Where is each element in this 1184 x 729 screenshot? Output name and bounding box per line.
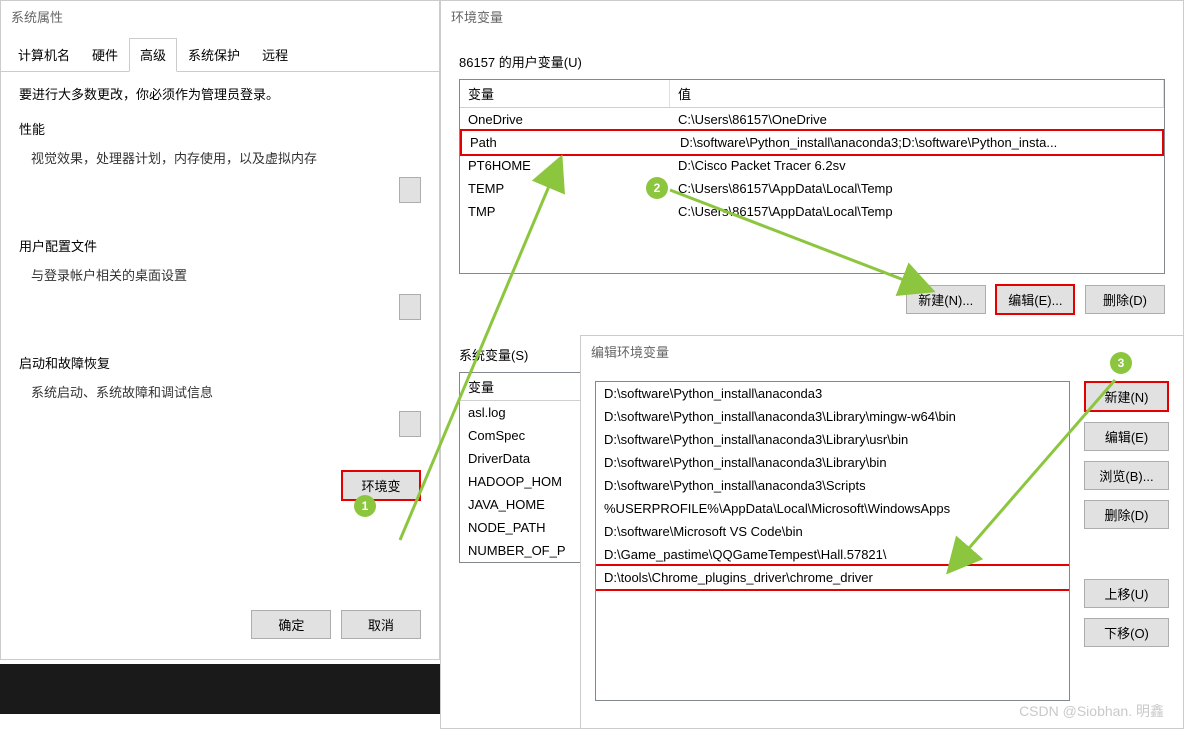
editenv-edit-button[interactable]: 编辑(E)	[1084, 422, 1169, 451]
editenv-delete-button[interactable]: 删除(D)	[1084, 500, 1169, 529]
perf-desc: 视觉效果，处理器计划，内存使用，以及虚拟内存	[19, 148, 421, 167]
profile-settings-button[interactable]	[399, 294, 421, 320]
list-item-chrome-driver[interactable]: D:\tools\Chrome_plugins_driver\chrome_dr…	[595, 564, 1070, 591]
list-item[interactable]: D:\software\Python_install\anaconda3\Lib…	[596, 405, 1069, 428]
editenv-browse-button[interactable]: 浏览(B)...	[1084, 461, 1169, 490]
table-row[interactable]: HADOOP_HOM	[460, 470, 589, 493]
list-item[interactable]: D:\Game_pastime\QQGameTempest\Hall.57821…	[596, 543, 1069, 566]
table-row[interactable]: asl.log	[460, 401, 589, 424]
perf-title: 性能	[19, 119, 421, 138]
tab-remote[interactable]: 远程	[251, 38, 299, 71]
user-delete-button[interactable]: 删除(D)	[1085, 285, 1165, 314]
list-item[interactable]: D:\software\Python_install\anaconda3\Lib…	[596, 428, 1069, 451]
editenv-up-button[interactable]: 上移(U)	[1084, 579, 1169, 608]
profile-desc: 与登录帐户相关的桌面设置	[19, 265, 421, 284]
user-vars-label: 86157 的用户变量(U)	[459, 52, 1165, 71]
table-row[interactable]: OneDriveC:\Users\86157\OneDrive	[460, 108, 1164, 131]
list-item[interactable]: D:\software\Python_install\anaconda3	[596, 382, 1069, 405]
sys-vars-table[interactable]: 变量 asl.log ComSpec DriverData HADOOP_HOM…	[459, 372, 589, 563]
editenv-down-button[interactable]: 下移(O)	[1084, 618, 1169, 647]
table-row[interactable]: DriverData	[460, 447, 589, 470]
sysprops-intro: 要进行大多数更改，你必须作为管理员登录。	[19, 84, 421, 103]
cancel-button[interactable]: 取消	[341, 610, 421, 639]
step-marker-1: 1	[354, 495, 376, 517]
watermark: CSDN @Siobhan. 明鑫	[1019, 701, 1164, 721]
profile-title: 用户配置文件	[19, 236, 421, 255]
sysprops-title: 系统属性	[1, 1, 439, 32]
startup-desc: 系统启动、系统故障和调试信息	[19, 382, 421, 401]
tab-computer-name[interactable]: 计算机名	[7, 38, 81, 71]
step-marker-2: 2	[646, 177, 668, 199]
tab-hardware[interactable]: 硬件	[81, 38, 129, 71]
system-properties-dialog: 系统属性 计算机名 硬件 高级 系统保护 远程 要进行大多数更改，你必须作为管理…	[0, 0, 440, 660]
table-row[interactable]: ComSpec	[460, 424, 589, 447]
tab-protection[interactable]: 系统保护	[177, 38, 251, 71]
edit-env-variable-dialog: 编辑环境变量 D:\software\Python_install\anacon…	[580, 335, 1184, 729]
sysprops-tabs: 计算机名 硬件 高级 系统保护 远程	[1, 38, 439, 72]
col-variable[interactable]: 变量	[460, 80, 670, 107]
table-row[interactable]: PT6HOMED:\Cisco Packet Tracer 6.2sv	[460, 154, 1164, 177]
black-bar	[0, 664, 440, 714]
tab-advanced[interactable]: 高级	[129, 38, 177, 72]
table-row[interactable]: NUMBER_OF_P	[460, 539, 589, 562]
list-item[interactable]: D:\software\Microsoft VS Code\bin	[596, 520, 1069, 543]
environment-variables-button[interactable]: 环境变	[341, 470, 421, 501]
perf-settings-button[interactable]	[399, 177, 421, 203]
user-edit-button[interactable]: 编辑(E)...	[995, 284, 1075, 315]
col-variable[interactable]: 变量	[460, 373, 589, 400]
col-value[interactable]: 值	[670, 80, 1164, 107]
startup-title: 启动和故障恢复	[19, 353, 421, 372]
envvars-title: 环境变量	[441, 1, 1183, 32]
startup-settings-button[interactable]	[399, 411, 421, 437]
user-vars-table[interactable]: 变量 值 OneDriveC:\Users\86157\OneDrive Pat…	[459, 79, 1165, 274]
table-row[interactable]: TMPC:\Users\86157\AppData\Local\Temp	[460, 200, 1164, 223]
list-item[interactable]: D:\software\Python_install\anaconda3\Scr…	[596, 474, 1069, 497]
editenv-new-button[interactable]: 新建(N)	[1084, 381, 1169, 412]
path-list[interactable]: D:\software\Python_install\anaconda3 D:\…	[595, 381, 1070, 701]
step-marker-3: 3	[1110, 352, 1132, 374]
list-item[interactable]: %USERPROFILE%\AppData\Local\Microsoft\Wi…	[596, 497, 1069, 520]
editenv-title: 编辑环境变量	[581, 336, 1183, 367]
table-row[interactable]: JAVA_HOME	[460, 493, 589, 516]
user-new-button[interactable]: 新建(N)...	[906, 285, 986, 314]
table-row[interactable]: NODE_PATH	[460, 516, 589, 539]
table-row[interactable]: TEMPC:\Users\86157\AppData\Local\Temp	[460, 177, 1164, 200]
ok-button[interactable]: 确定	[251, 610, 331, 639]
table-row-path[interactable]: PathD:\software\Python_install\anaconda3…	[460, 129, 1164, 156]
list-item[interactable]: D:\software\Python_install\anaconda3\Lib…	[596, 451, 1069, 474]
